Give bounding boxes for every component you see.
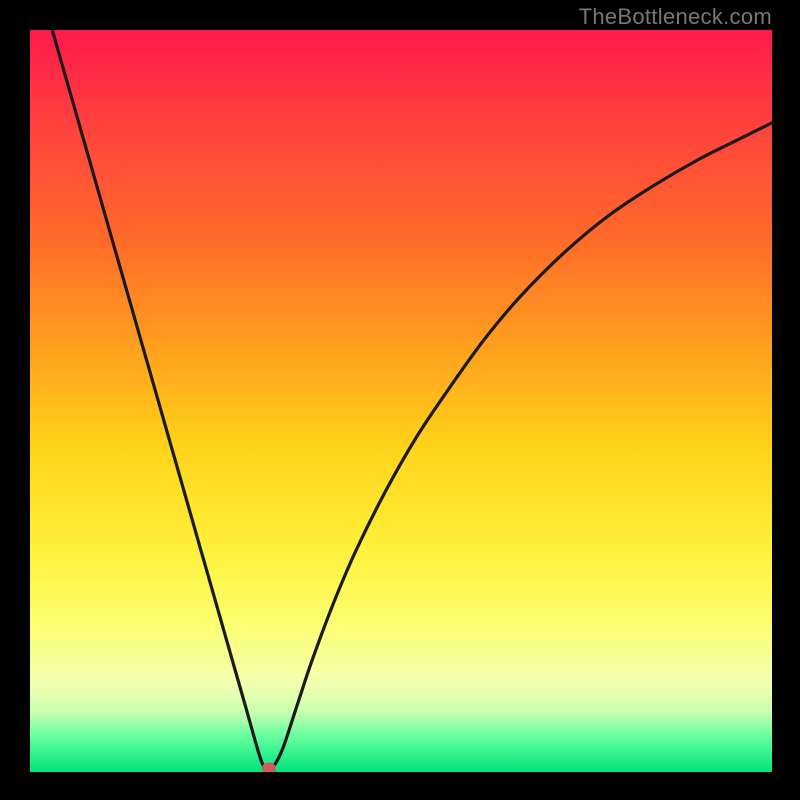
attribution-label: TheBottleneck.com <box>579 4 772 30</box>
chart-frame: TheBottleneck.com <box>0 0 800 800</box>
plot-area <box>30 30 772 772</box>
curve-path <box>52 30 772 770</box>
bottleneck-curve <box>30 30 772 772</box>
